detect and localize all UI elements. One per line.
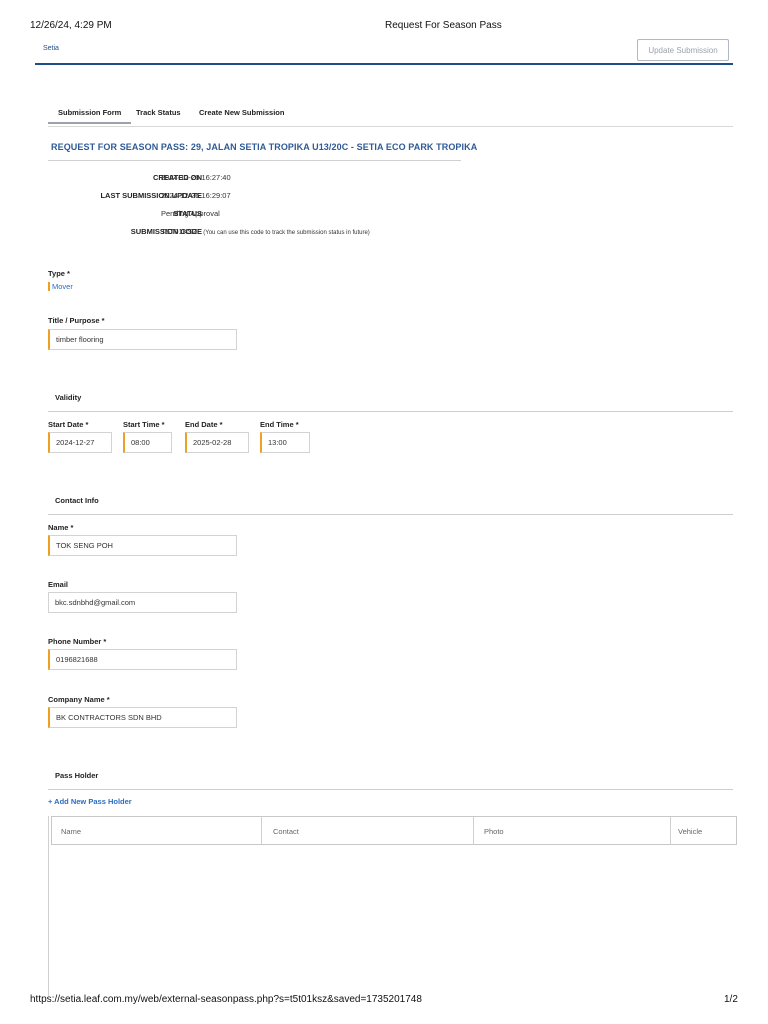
code-value-wrap: T5T01KSZ (You can use this code to track … xyxy=(161,227,370,236)
print-datetime: 12/26/24, 4:29 PM xyxy=(30,20,112,31)
code-note: (You can use this code to track the subm… xyxy=(203,230,370,236)
phone-field[interactable]: 0196821688 xyxy=(48,649,237,670)
end-time-label: End Time * xyxy=(260,420,299,429)
email-field[interactable]: bkc.sdnbhd@gmail.com xyxy=(48,592,237,613)
request-title-divider xyxy=(48,160,461,161)
pass-holder-table-header: Name Contact Photo Vehicle xyxy=(51,816,737,845)
type-value[interactable]: Mover xyxy=(48,282,73,291)
tab-submission-form[interactable]: Submission Form xyxy=(47,108,132,124)
start-date-field[interactable]: 2024-12-27 xyxy=(48,432,112,453)
col-name[interactable]: Name xyxy=(61,827,81,836)
col-photo[interactable]: Photo xyxy=(484,827,504,836)
contact-divider xyxy=(48,514,733,515)
brand-logo[interactable]: Setia xyxy=(43,45,59,52)
print-url: https://setia.leaf.com.my/web/external-s… xyxy=(30,994,422,1005)
start-time-label: Start Time * xyxy=(123,420,165,429)
validity-section-title: Validity xyxy=(55,393,82,402)
request-title: REQUEST FOR SEASON PASS: 29, JALAN SETIA… xyxy=(51,142,478,152)
pass-holder-table: Name Contact Photo Vehicle xyxy=(48,816,739,996)
update-submission-button[interactable]: Update Submission xyxy=(637,39,729,61)
end-time-field[interactable]: 13:00 xyxy=(260,432,310,453)
type-label: Type * xyxy=(48,269,70,278)
info-updated: LAST SUBMISSION UPDATE 2024-12-26 16:29:… xyxy=(48,191,648,203)
end-date-label: End Date * xyxy=(185,420,223,429)
company-field[interactable]: BK CONTRACTORS SDN BHD xyxy=(48,707,237,728)
col-contact[interactable]: Contact xyxy=(273,827,299,836)
phone-label: Phone Number * xyxy=(48,637,107,646)
tab-bar: Submission Form Track Status Create New … xyxy=(47,104,733,127)
email-label: Email xyxy=(48,580,69,589)
print-page-number: 1/2 xyxy=(724,994,738,1005)
created-value: 2024-12-26 16:27:40 xyxy=(161,173,231,182)
col-separator xyxy=(473,817,474,844)
info-code: SUBMISSION CODE T5T01KSZ (You can use thi… xyxy=(48,227,648,239)
status-value: Pending Approval xyxy=(161,209,220,218)
add-pass-holder-link[interactable]: + Add New Pass Holder xyxy=(48,797,132,806)
code-value: T5T01KSZ xyxy=(161,227,198,236)
top-bar: Setia Update Submission xyxy=(35,38,733,65)
info-status: STATUS Pending Approval xyxy=(48,209,648,221)
validity-divider xyxy=(48,411,733,412)
col-separator xyxy=(261,817,262,844)
pass-holder-divider xyxy=(48,789,733,790)
start-time-field[interactable]: 08:00 xyxy=(123,432,172,453)
print-doc-title: Request For Season Pass xyxy=(385,20,502,31)
info-created: CREATED ON 2024-12-26 16:27:40 xyxy=(48,173,648,185)
updated-value: 2024-12-26 16:29:07 xyxy=(161,191,231,200)
start-date-label: Start Date * xyxy=(48,420,89,429)
pass-holder-section-title: Pass Holder xyxy=(55,771,99,780)
end-date-field[interactable]: 2025-02-28 xyxy=(185,432,249,453)
col-vehicle[interactable]: Vehicle xyxy=(678,827,702,836)
col-separator xyxy=(670,817,671,844)
name-label: Name * xyxy=(48,523,74,532)
title-purpose-label: Title / Purpose * xyxy=(48,316,105,325)
contact-section-title: Contact Info xyxy=(55,496,99,505)
name-field[interactable]: TOK SENG POH xyxy=(48,535,237,556)
tab-create-new-submission[interactable]: Create New Submission xyxy=(199,108,284,117)
title-purpose-field[interactable]: timber flooring xyxy=(48,329,237,350)
tab-track-status[interactable]: Track Status xyxy=(136,108,181,117)
company-label: Company Name * xyxy=(48,695,110,704)
